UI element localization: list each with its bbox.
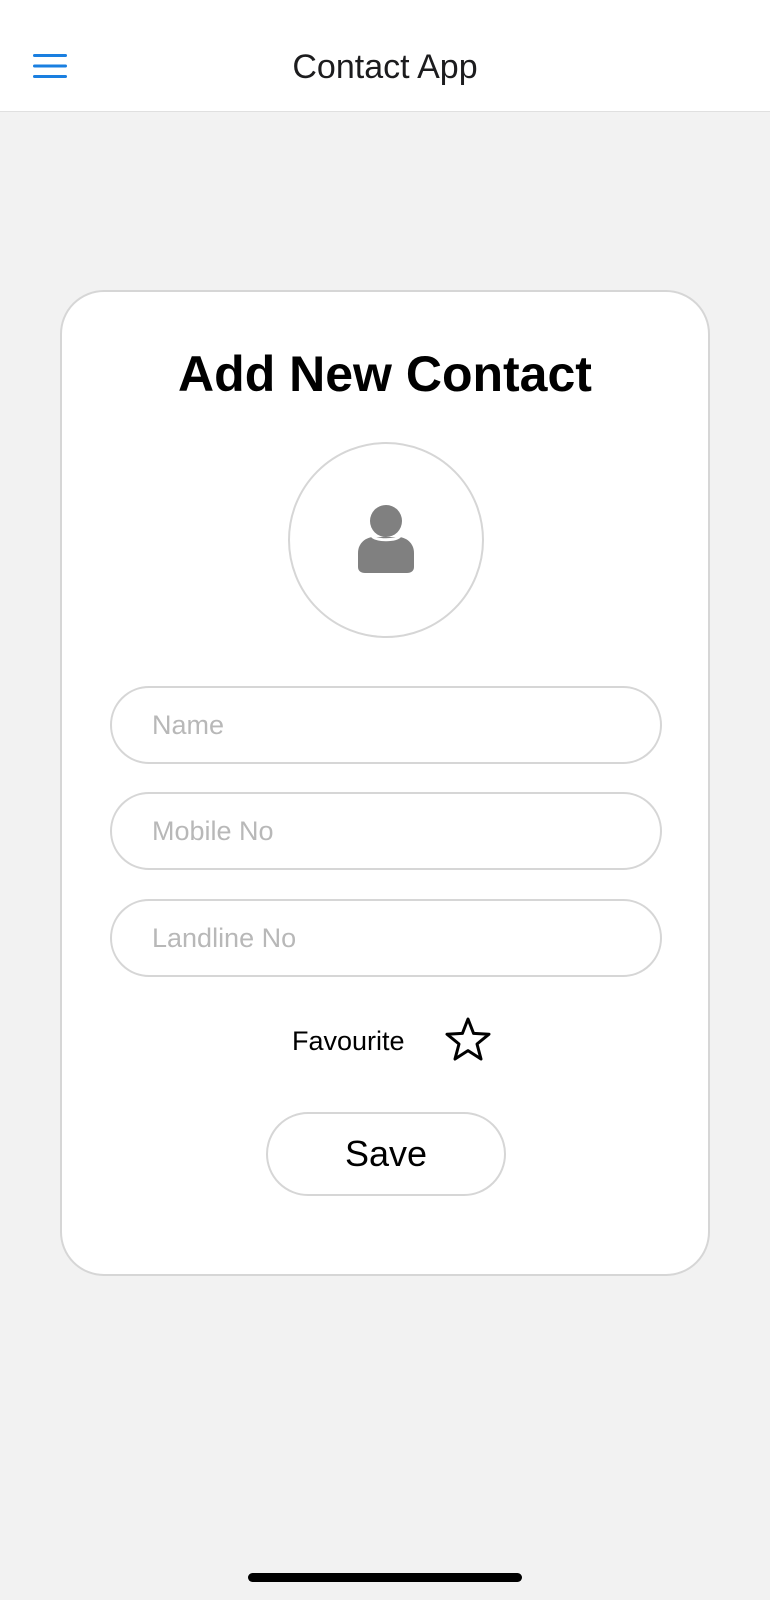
- avatar-picker[interactable]: [288, 442, 484, 638]
- form-title: Add New Contact: [178, 346, 592, 402]
- name-input[interactable]: [110, 686, 662, 764]
- app-header: Contact App: [0, 0, 770, 112]
- favourite-toggle[interactable]: [444, 1016, 492, 1062]
- app-title: Contact App: [292, 48, 478, 86]
- add-contact-card: Add New Contact Favourite Save: [60, 290, 710, 1276]
- save-button[interactable]: Save: [266, 1112, 506, 1196]
- favourite-label: Favourite: [292, 1026, 405, 1056]
- mobile-input[interactable]: [110, 792, 662, 870]
- star-outline-icon: [445, 1017, 491, 1061]
- favourite-row: Favourite: [62, 1016, 708, 1066]
- person-icon: [358, 505, 414, 573]
- landline-input[interactable]: [110, 899, 662, 977]
- home-indicator[interactable]: [248, 1573, 522, 1582]
